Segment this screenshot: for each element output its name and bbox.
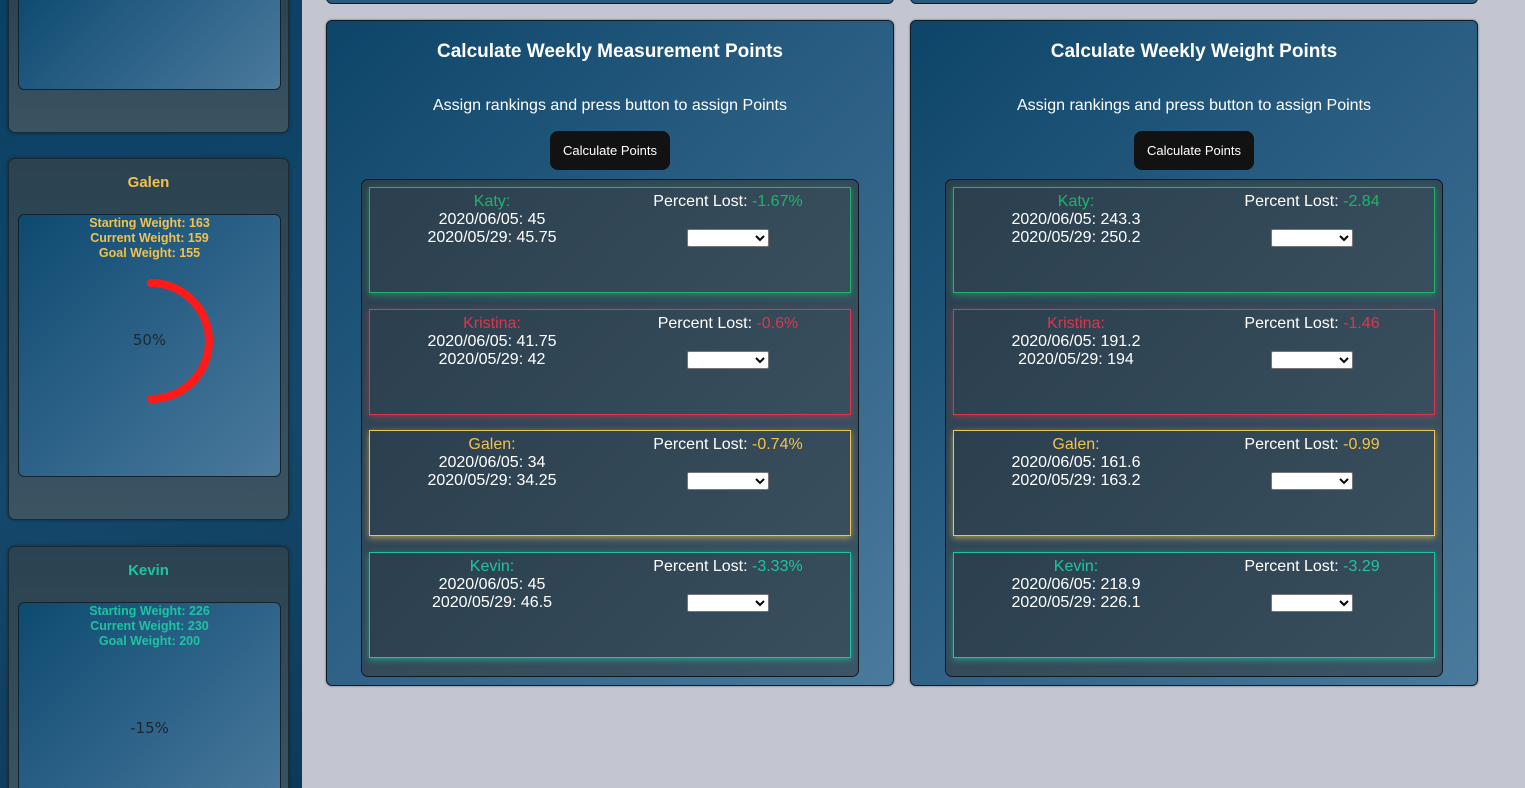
ranking-select[interactable] xyxy=(687,594,769,612)
percent-lost: Percent Lost: -1.67% xyxy=(614,193,842,211)
percent-lost-label: Percent Lost: xyxy=(1244,315,1344,332)
entries-list: Katy: 2020/06/05: 243.3 2020/05/29: 250.… xyxy=(945,179,1443,677)
entry-date-current: 2020/06/05: 45 xyxy=(438,211,546,228)
panel-title: Calculate Weekly Weight Points xyxy=(1050,41,1338,62)
percent-lost-value: -1.67% xyxy=(752,193,803,210)
ranking-select[interactable] xyxy=(687,351,769,369)
entry-date-current: 2020/06/05: 218.9 xyxy=(1011,576,1141,593)
percent-lost: Percent Lost: -3.33% xyxy=(614,558,842,576)
percent-lost-label: Percent Lost: xyxy=(653,436,752,453)
percent-lost-value: -2.84 xyxy=(1343,193,1380,210)
entry-date-previous: 2020/05/29: 250.2 xyxy=(1011,229,1141,246)
entry-katy: Katy: 2020/06/05: 45 2020/05/29: 45.75 P… xyxy=(369,187,851,293)
entry-kristina: Kristina: 2020/06/05: 41.75 2020/05/29: … xyxy=(369,309,851,415)
player-card-galen: Galen Starting Weight: 163 Current Weigh… xyxy=(8,158,289,520)
entry-date-current: 2020/06/05: 243.3 xyxy=(1011,211,1141,228)
percent-lost-label: Percent Lost: xyxy=(1244,193,1344,210)
entry-kevin: Kevin: 2020/06/05: 45 2020/05/29: 46.5 P… xyxy=(369,552,851,658)
panel-subtitle: Assign rankings and press button to assi… xyxy=(1017,97,1371,114)
panel-edge xyxy=(326,0,894,4)
percent-lost-value: -0.99 xyxy=(1343,436,1380,453)
current-weight: Current Weight: 159 xyxy=(90,231,209,245)
ranking-select[interactable] xyxy=(1271,472,1353,490)
ranking-select[interactable] xyxy=(1271,351,1353,369)
percent-lost-value: -0.6% xyxy=(756,315,799,332)
calculate-points-button[interactable]: Calculate Points xyxy=(1134,131,1254,170)
entry-date-previous: 2020/05/29: 163.2 xyxy=(1011,472,1141,489)
panel-title: Calculate Weekly Measurement Points xyxy=(437,41,783,62)
percent-lost: Percent Lost: -0.74% xyxy=(614,436,842,454)
starting-weight: Starting Weight: 163 xyxy=(89,216,210,230)
percent-lost-value: -1.46 xyxy=(1343,315,1380,332)
player-card-kevin: Kevin Starting Weight: 226 Current Weigh… xyxy=(8,546,289,788)
entry-name: Kristina: xyxy=(463,315,521,332)
entry-name: Galen: xyxy=(468,436,516,453)
ranking-select[interactable] xyxy=(1271,594,1353,612)
ranking-select[interactable] xyxy=(687,472,769,490)
entry-kevin: Kevin: 2020/06/05: 218.9 2020/05/29: 226… xyxy=(953,552,1435,658)
entry-name: Kevin: xyxy=(469,558,515,575)
entry-name: Katy: xyxy=(473,193,511,210)
player-card xyxy=(8,0,289,133)
entry-name: Kristina: xyxy=(1047,315,1105,332)
ranking-select[interactable] xyxy=(1271,229,1353,247)
entry-galen: Galen: 2020/06/05: 161.6 2020/05/29: 163… xyxy=(953,430,1435,536)
entry-name: Katy: xyxy=(1057,193,1095,210)
goal-weight: Goal Weight: 200 xyxy=(98,634,201,648)
panel-subtitle: Assign rankings and press button to assi… xyxy=(433,97,787,114)
entry-kristina: Kristina: 2020/06/05: 191.2 2020/05/29: … xyxy=(953,309,1435,415)
player-progress-panel xyxy=(18,0,281,90)
percent-lost-value: -3.29 xyxy=(1343,558,1380,575)
sidebar: Galen Starting Weight: 163 Current Weigh… xyxy=(0,0,302,788)
entry-date-previous: 2020/05/29: 226.1 xyxy=(1011,594,1141,611)
player-progress-panel: Starting Weight: 163 Current Weight: 159… xyxy=(18,214,281,477)
calculate-points-button[interactable]: Calculate Points xyxy=(550,131,670,170)
weight-stats: Starting Weight: 163 Current Weight: 159… xyxy=(19,216,280,261)
progress-percent: 50% xyxy=(132,331,167,349)
percent-lost-label: Percent Lost: xyxy=(1244,558,1344,575)
percent-lost: Percent Lost: -0.99 xyxy=(1198,436,1426,454)
entry-date-current: 2020/06/05: 34 xyxy=(438,454,546,471)
percent-lost: Percent Lost: -0.6% xyxy=(614,315,842,333)
entry-date-current: 2020/06/05: 41.75 xyxy=(427,333,557,350)
starting-weight: Starting Weight: 226 xyxy=(89,604,210,618)
entry-date-previous: 2020/05/29: 46.5 xyxy=(431,594,553,611)
percent-lost-label: Percent Lost: xyxy=(1244,436,1344,453)
entry-name: Kevin: xyxy=(1053,558,1099,575)
weight-stats: Starting Weight: 226 Current Weight: 230… xyxy=(19,604,280,649)
player-name: Galen xyxy=(127,174,170,191)
percent-lost-label: Percent Lost: xyxy=(653,558,752,575)
percent-lost-label: Percent Lost: xyxy=(653,193,752,210)
entry-date-previous: 2020/05/29: 34.25 xyxy=(427,472,557,489)
entry-date-current: 2020/06/05: 161.6 xyxy=(1011,454,1141,471)
entry-name: Galen: xyxy=(1052,436,1100,453)
entry-katy: Katy: 2020/06/05: 243.3 2020/05/29: 250.… xyxy=(953,187,1435,293)
entry-date-previous: 2020/05/29: 45.75 xyxy=(427,229,557,246)
progress-percent: -15% xyxy=(130,719,169,737)
percent-lost-label: Percent Lost: xyxy=(657,315,757,332)
current-weight: Current Weight: 230 xyxy=(90,619,209,633)
entry-date-previous: 2020/05/29: 42 xyxy=(438,351,546,368)
entry-date-current: 2020/06/05: 191.2 xyxy=(1011,333,1141,350)
entry-date-previous: 2020/05/29: 194 xyxy=(1018,351,1134,368)
percent-lost-value: -0.74% xyxy=(752,436,803,453)
player-progress-panel: Starting Weight: 226 Current Weight: 230… xyxy=(18,602,281,788)
entry-date-current: 2020/06/05: 45 xyxy=(438,576,546,593)
weight-points-panel: Calculate Weekly Weight Points Assign ra… xyxy=(910,20,1478,686)
measurement-points-panel: Calculate Weekly Measurement Points Assi… xyxy=(326,20,894,686)
percent-lost: Percent Lost: -3.29 xyxy=(1198,558,1426,576)
percent-lost-value: -3.33% xyxy=(752,558,803,575)
goal-weight: Goal Weight: 155 xyxy=(98,246,201,260)
entry-galen: Galen: 2020/06/05: 34 2020/05/29: 34.25 … xyxy=(369,430,851,536)
ranking-select[interactable] xyxy=(687,229,769,247)
percent-lost: Percent Lost: -1.46 xyxy=(1198,315,1426,333)
panel-edge xyxy=(910,0,1478,4)
player-name: Kevin xyxy=(128,562,169,579)
percent-lost: Percent Lost: -2.84 xyxy=(1198,193,1426,211)
entries-list: Katy: 2020/06/05: 45 2020/05/29: 45.75 P… xyxy=(361,179,859,677)
